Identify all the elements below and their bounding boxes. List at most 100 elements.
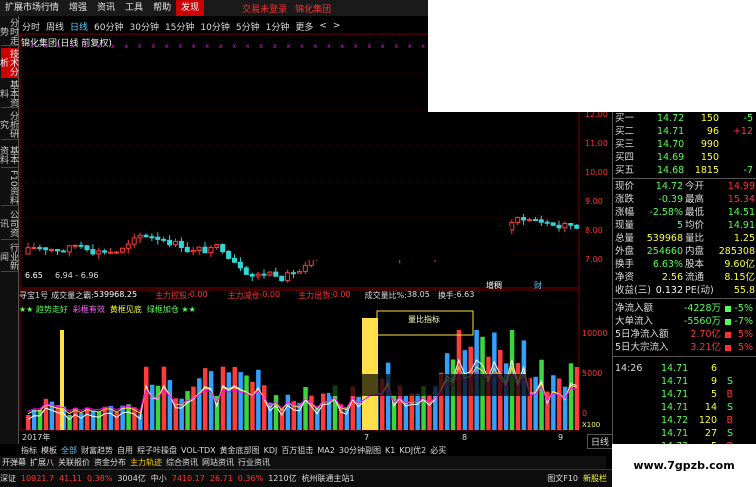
candle-body xyxy=(544,221,550,224)
signal-marker: x xyxy=(206,43,210,50)
volume-bar xyxy=(409,393,414,430)
flow-bar xyxy=(725,306,731,312)
tick-price: 14.71 xyxy=(661,402,689,413)
order-book-row: 买三 14.70 990 xyxy=(613,138,756,151)
indicator-tab-8[interactable]: KDJ xyxy=(262,446,280,455)
indicator-tab-1[interactable]: 模板 xyxy=(39,445,59,456)
function-tab-1[interactable]: 扩展八 xyxy=(28,457,56,468)
candle-body xyxy=(43,247,49,251)
stat-row: 现量 5 均价 14.91 xyxy=(613,219,756,232)
candle-body xyxy=(125,243,131,249)
flow-pct: 5% xyxy=(737,329,753,340)
volume-bar xyxy=(167,380,173,430)
candle-body xyxy=(255,273,261,277)
tick-price: 14.71 xyxy=(661,376,689,387)
indicator-value-0: 539968.25 xyxy=(93,290,138,299)
status-item-0: 深证 xyxy=(0,474,16,483)
indicator-tab-3[interactable]: 财富趋势 xyxy=(79,445,115,456)
candle-body xyxy=(302,264,308,273)
volume-bar xyxy=(557,378,562,430)
function-tab-7[interactable]: 行业资讯 xyxy=(236,457,272,468)
volume-bar xyxy=(220,366,226,430)
stat-label: 收益(三) xyxy=(615,285,651,296)
indicator-tab-7[interactable]: 黄金底部图 xyxy=(218,445,262,456)
price-axis-label-2: 10.00 xyxy=(585,168,608,177)
legend-item-3: 绿框加仓 ★★ xyxy=(146,305,196,314)
stat-row: 涨幅 -2.58% 最低 14.51 xyxy=(613,206,756,219)
indicator-tab-12[interactable]: K1 xyxy=(383,446,397,455)
function-tab-0[interactable]: 开弹幕 xyxy=(0,457,28,468)
candle-body xyxy=(214,244,220,249)
tick-price: 14.71 xyxy=(661,389,689,400)
volume-bar xyxy=(114,412,119,430)
function-tab-3[interactable]: 资金分布 xyxy=(92,457,128,468)
status-item-3: 0.38% xyxy=(87,474,113,483)
new-stock-button[interactable]: 新股栏 xyxy=(583,473,607,484)
candle-body xyxy=(521,217,527,221)
signal-marker: x xyxy=(368,43,372,50)
stat-label: 股本 xyxy=(685,259,705,270)
tick-side: B xyxy=(726,389,733,400)
tick-row: 14.71 14 S xyxy=(613,401,756,414)
order-label: 买四 xyxy=(615,152,635,163)
volume-bar xyxy=(144,366,149,430)
volume-bar xyxy=(149,384,155,430)
tick-volume: 14 xyxy=(704,402,717,413)
function-tab-2[interactable]: 关联报价 xyxy=(56,457,92,468)
right-day-tab[interactable]: 日线 xyxy=(587,434,614,449)
indicator-tab-4[interactable]: 自用 xyxy=(115,445,135,456)
indicator-tab-10[interactable]: MA2 xyxy=(315,446,336,455)
candle-body xyxy=(60,250,66,253)
signal-marker: x xyxy=(165,43,169,50)
signal-marker: x xyxy=(354,43,358,50)
indicator-value-3: 0.00 xyxy=(332,290,351,299)
indicator-tab-11[interactable]: 30分钟副图 xyxy=(337,445,383,456)
candle-body xyxy=(66,245,72,253)
indicator-tab-14[interactable]: 必买 xyxy=(428,445,448,456)
volume-bar xyxy=(155,385,161,430)
status-item-4: 3004亿 xyxy=(117,474,146,483)
indicator-name[interactable]: 寻宝1号 xyxy=(19,290,48,301)
candle-body xyxy=(243,267,249,275)
function-tab-6[interactable]: 网站资讯 xyxy=(200,457,236,468)
price-axis-label-1: 11.00 xyxy=(585,139,608,148)
volume-bar xyxy=(197,378,202,430)
stat-value: 5 xyxy=(676,220,683,231)
stat-label: 涨跌 xyxy=(615,194,635,205)
tick-row: 14.72 120 B xyxy=(613,414,756,427)
function-tab-4[interactable]: 主力轨迹 xyxy=(128,457,164,468)
indicator-tab-9[interactable]: 百万狙击 xyxy=(279,445,315,456)
volume-bar-highlight xyxy=(60,330,64,430)
indicator-tab-13[interactable]: KDJ优2 xyxy=(397,445,428,456)
f10-button[interactable]: 图文F10 xyxy=(547,473,578,484)
stat-label: 流通 xyxy=(685,272,705,283)
volume-bar xyxy=(208,371,214,430)
order-volume: 1815 xyxy=(694,165,719,176)
stat-row: 现价 14.72 今开 14.99 xyxy=(613,180,756,193)
vol-axis-label-1: 5000 xyxy=(582,369,602,378)
date-label-3: 9 xyxy=(558,433,563,442)
quote-separator xyxy=(613,178,756,179)
indicator-tab-6[interactable]: VOL-TDX xyxy=(179,446,218,455)
stat-value: 6.63% xyxy=(652,259,683,270)
vol-unit: X100 xyxy=(582,421,601,429)
volume-bar xyxy=(326,392,332,430)
indicator-tab-5[interactable]: 程子咔操盘 xyxy=(135,445,179,456)
price-axis-label-4: 8.00 xyxy=(585,226,603,235)
signal-marker: x xyxy=(341,43,345,50)
flow-bar xyxy=(725,319,731,325)
order-change: -5 xyxy=(743,113,753,124)
flow-label: 净流入额 xyxy=(615,303,654,314)
price-axis-label-3: 9.00 xyxy=(585,197,603,206)
candle-body xyxy=(237,261,243,269)
signal-marker: x xyxy=(300,43,304,50)
indicator-tab-0[interactable]: 指标 xyxy=(19,445,39,456)
signal-marker: x xyxy=(287,43,291,50)
indicator-label-2: 主力减仓: xyxy=(227,291,263,300)
indicator-tab-2[interactable]: 全部 xyxy=(59,445,79,456)
flow-row: 5日净流入额 2.70亿 5% xyxy=(613,328,756,341)
candle-body xyxy=(31,247,37,250)
function-tab-5[interactable]: 综合资讯 xyxy=(164,457,200,468)
status-item-9: 1210亿 xyxy=(268,474,297,483)
indicator-label-3: 主力出货: xyxy=(298,291,333,300)
